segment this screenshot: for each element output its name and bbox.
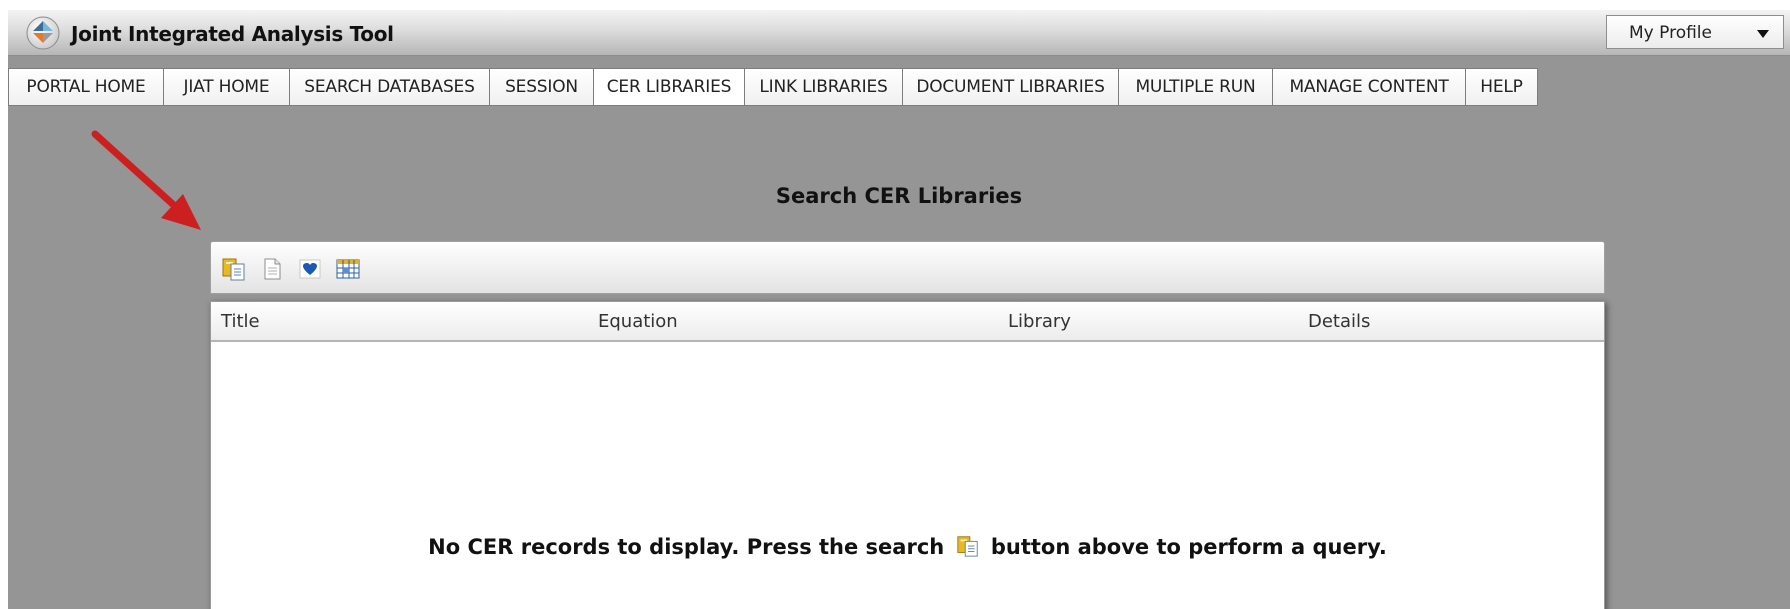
nav-cer-libraries[interactable]: CER LIBRARIES [594, 68, 745, 106]
empty-state-text-start: No CER records to display. Press the sea… [428, 535, 945, 559]
app-window: Joint Integrated Analysis Tool My Profil… [8, 10, 1790, 609]
grid-header: Title Equation Library Details [211, 302, 1604, 342]
table-columns-icon[interactable] [335, 256, 361, 282]
column-header-title[interactable]: Title [221, 311, 260, 332]
app-logo-icon [26, 16, 60, 50]
title-bar: Joint Integrated Analysis Tool My Profil… [8, 10, 1790, 56]
app-title: Joint Integrated Analysis Tool [71, 22, 394, 46]
favorite-heart-icon[interactable] [297, 256, 323, 282]
cer-results-grid: Title Equation Library Details No CER re… [210, 301, 1605, 609]
nav-help[interactable]: HELP [1466, 68, 1538, 106]
column-header-equation[interactable]: Equation [598, 311, 678, 332]
column-header-details[interactable]: Details [1308, 311, 1370, 332]
nav-jiat-home[interactable]: JIAT HOME [164, 68, 290, 106]
grid-toolbar [210, 241, 1605, 294]
caret-down-icon [1757, 30, 1769, 38]
nav-portal-home[interactable]: PORTAL HOME [8, 68, 164, 106]
nav-link-libraries[interactable]: LINK LIBRARIES [745, 68, 903, 106]
main-nav: PORTAL HOME JIAT HOME SEARCH DATABASES S… [8, 68, 1790, 106]
empty-state-text-end: button above to perform a query. [990, 535, 1387, 559]
column-header-library[interactable]: Library [1008, 311, 1071, 332]
my-profile-button[interactable]: My Profile [1606, 15, 1784, 49]
search-icon [956, 536, 978, 557]
document-icon[interactable] [259, 256, 285, 282]
page-title: Search CER Libraries [775, 184, 1023, 208]
search-icon[interactable] [221, 256, 247, 282]
empty-state-message: No CER records to display. Press the sea… [211, 534, 1604, 559]
nav-document-libraries[interactable]: DOCUMENT LIBRARIES [903, 68, 1119, 106]
my-profile-label: My Profile [1629, 23, 1712, 43]
nav-manage-content[interactable]: MANAGE CONTENT [1273, 68, 1466, 106]
nav-search-databases[interactable]: SEARCH DATABASES [290, 68, 490, 106]
nav-multiple-run[interactable]: MULTIPLE RUN [1119, 68, 1273, 106]
nav-session[interactable]: SESSION [490, 68, 594, 106]
